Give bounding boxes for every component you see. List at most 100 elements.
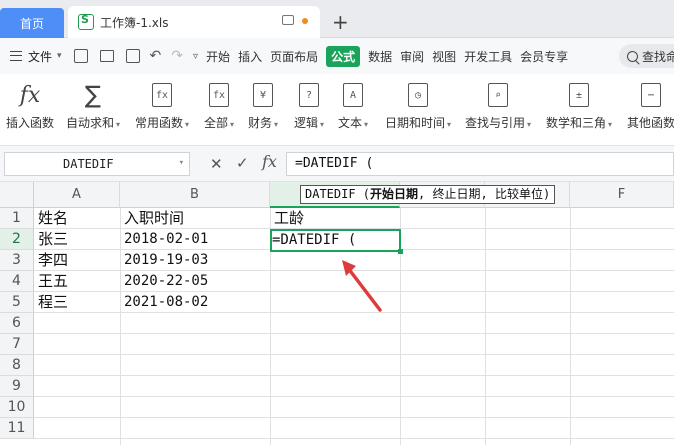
row-header-7[interactable]: 7	[0, 334, 34, 355]
logic-button[interactable]: ? 逻辑 ▾	[294, 80, 324, 131]
column-header-b[interactable]: B	[120, 182, 270, 208]
chevron-down-icon[interactable]: ▾	[179, 158, 184, 168]
fx-icon[interactable]: fx	[262, 152, 277, 171]
other-functions-button[interactable]: ⋯ 其他函数	[627, 80, 674, 131]
date-time-icon: ◷	[408, 83, 429, 107]
menu-page-layout[interactable]: 页面布局	[270, 48, 318, 65]
row-header-1[interactable]: 1	[0, 208, 34, 229]
row-header-6[interactable]: 6	[0, 313, 34, 334]
chevron-down-icon: ▾	[274, 120, 279, 129]
ribbon-toolbar: fx 插入函数 ∑ 自动求和 ▾ fx 常用函数 ▾ fx 全部 ▾ ¥ 财务 ▾ ? …	[0, 74, 674, 146]
undo-icon[interactable]: ↶	[150, 48, 162, 64]
print-icon[interactable]	[99, 50, 114, 62]
row-header-11[interactable]: 11	[0, 418, 34, 439]
other-functions-icon: ⋯	[641, 83, 661, 107]
cell-a4[interactable]: 王五	[35, 271, 68, 292]
menu-file[interactable]: 文件	[28, 48, 52, 65]
text-functions-button[interactable]: A 文本 ▾	[338, 80, 368, 131]
sheet-grid[interactable]: A B C D E F 1 2 3 4 5 6 7 8 9 10 11 姓名	[0, 182, 674, 445]
finance-icon: ¥	[253, 83, 274, 107]
menu-review[interactable]: 审阅	[400, 48, 424, 65]
finance-button[interactable]: ¥ 财务 ▾	[248, 80, 278, 131]
row-header-10[interactable]: 10	[0, 397, 34, 418]
menu-insert[interactable]: 插入	[238, 48, 262, 65]
search-command[interactable]: 查找命	[619, 44, 674, 68]
cell-b2[interactable]: 2018-02-01	[121, 229, 208, 250]
hamburger-icon[interactable]	[10, 51, 22, 61]
cell-b3[interactable]: 2019-19-03	[121, 250, 208, 271]
confirm-icon[interactable]: ✓	[236, 154, 249, 172]
cell-c1[interactable]: 工龄	[271, 208, 304, 229]
cell-b5[interactable]: 2021-08-02	[121, 292, 208, 313]
spreadsheet-app: 首页 工作簿-1.xls + 文件 ▾ ↶ ↷ ▿ 开始 插入 页面布局 公式 …	[0, 0, 674, 445]
cell-c2-edit-text[interactable]: =DATEDIF (	[272, 230, 356, 251]
row-header-4[interactable]: 4	[0, 271, 34, 292]
lookup-reference-button[interactable]: ⌕ 查找与引用 ▾	[465, 80, 531, 131]
autosum-button[interactable]: ∑ 自动求和 ▾	[66, 80, 120, 131]
menu-member[interactable]: 会员专享	[520, 48, 568, 65]
redo-icon[interactable]: ↷	[171, 48, 183, 64]
text-icon: A	[343, 83, 364, 107]
name-box[interactable]: DATEDIF ▾	[4, 152, 190, 176]
row-header-8[interactable]: 8	[0, 355, 34, 376]
select-all-corner[interactable]	[0, 182, 34, 208]
cell-a5[interactable]: 程三	[35, 292, 68, 313]
sigma-icon: ∑	[84, 81, 102, 109]
menu-formulas[interactable]: 公式	[326, 45, 361, 67]
document-tab[interactable]: 工作簿-1.xls	[68, 6, 320, 38]
gridline	[34, 417, 674, 418]
search-label: 查找命	[642, 49, 674, 64]
save-icon[interactable]	[73, 49, 88, 63]
cell-b1[interactable]: 入职时间	[121, 208, 184, 229]
chevron-down-icon[interactable]: ▾	[57, 51, 62, 61]
gridline	[34, 354, 674, 355]
all-functions-button[interactable]: fx 全部 ▾	[204, 80, 234, 131]
fx-icon: fx	[19, 82, 41, 108]
customize-dropdown-icon[interactable]: ▿	[193, 51, 198, 62]
common-functions-button[interactable]: fx 常用函数 ▾	[135, 80, 189, 131]
cell-a1[interactable]: 姓名	[35, 208, 68, 229]
column-header-f[interactable]: F	[570, 182, 674, 208]
title-bar: 首页 工作簿-1.xls +	[0, 0, 674, 38]
menu-data[interactable]: 数据	[368, 48, 392, 65]
row-header-5[interactable]: 5	[0, 292, 34, 313]
row-header-2[interactable]: 2	[0, 229, 34, 250]
cancel-icon[interactable]: ✕	[210, 155, 223, 173]
menu-bar: 文件 ▾ ↶ ↷ ▿ 开始 插入 页面布局 公式 数据 审阅 视图 开发工具 会…	[0, 38, 674, 74]
home-tab[interactable]: 首页	[0, 8, 64, 38]
cell-b4[interactable]: 2020-22-05	[121, 271, 208, 292]
gridline	[34, 438, 674, 439]
gridline	[34, 375, 674, 376]
gridline	[485, 208, 486, 445]
chevron-down-icon: ▾	[185, 120, 190, 129]
logic-icon: ?	[299, 83, 320, 107]
insert-function-button[interactable]: fx 插入函数	[6, 80, 54, 131]
gridline	[34, 333, 674, 334]
tooltip-current-argument: 开始日期	[370, 187, 419, 201]
chevron-down-icon: ▾	[320, 120, 325, 129]
new-tab-button[interactable]: +	[332, 10, 349, 34]
tooltip-remaining-arguments: , 终止日期, 比较单位)	[418, 187, 551, 201]
chevron-down-icon: ▾	[608, 120, 613, 129]
chevron-down-icon: ▾	[447, 120, 452, 129]
document-tab-label: 工作簿-1.xls	[100, 15, 169, 30]
red-arrow-annotation	[342, 260, 382, 312]
chevron-down-icon: ▾	[230, 120, 235, 129]
common-function-icon: fx	[152, 83, 173, 107]
date-time-button[interactable]: ◷ 日期和时间 ▾	[385, 80, 451, 131]
cell-a2[interactable]: 张三	[35, 229, 68, 250]
spreadsheet-file-icon	[78, 13, 94, 30]
menu-home[interactable]: 开始	[206, 48, 230, 65]
row-header-9[interactable]: 9	[0, 376, 34, 397]
menu-developer[interactable]: 开发工具	[464, 48, 512, 65]
formula-input[interactable]: =DATEDIF (	[286, 152, 674, 176]
cell-a3[interactable]: 李四	[35, 250, 68, 271]
gridline	[570, 208, 571, 445]
math-trig-button[interactable]: ± 数学和三角 ▾	[546, 80, 612, 131]
function-argument-tooltip: DATEDIF (开始日期, 终止日期, 比较单位)	[300, 185, 556, 204]
print-preview-icon[interactable]	[125, 49, 140, 63]
row-header-3[interactable]: 3	[0, 250, 34, 271]
column-header-a[interactable]: A	[34, 182, 120, 208]
menu-view[interactable]: 视图	[432, 48, 456, 65]
monitor-icon[interactable]	[282, 15, 294, 25]
